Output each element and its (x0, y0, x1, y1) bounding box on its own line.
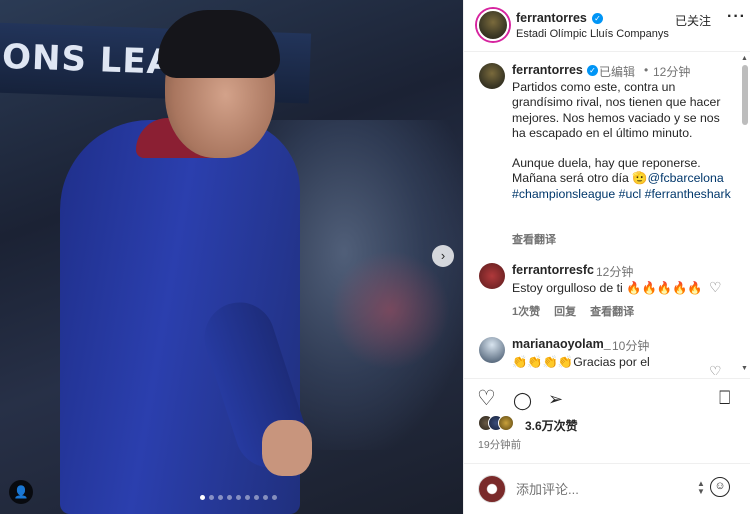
caption-text: Partidos como este, contra un grandísimo… (512, 80, 732, 202)
post-actions-bar: ♡ ◯ ➢ ⎕ (464, 378, 750, 418)
commenter-username[interactable]: marianaoyolam_ (512, 337, 611, 351)
commenter-avatar[interactable] (479, 337, 505, 363)
instagram-post-window: ONS LEAGUE › 👤 ferrantorres ✓ Estadi Olí… (0, 0, 750, 514)
author-username[interactable]: ferrantorres (516, 11, 587, 25)
comment-like-icon[interactable]: ♡ (709, 363, 722, 375)
comment-time[interactable]: 10分钟 (612, 337, 649, 354)
carousel-dot (236, 495, 241, 500)
commenter-username[interactable]: ferrantorresfc (512, 263, 594, 277)
share-icon[interactable]: ➢ (548, 387, 563, 411)
input-spinner-icon[interactable]: ▲ ▼ (697, 480, 705, 496)
carousel-dot (254, 495, 259, 500)
caption-line-text: Mañana será otro día (512, 171, 633, 186)
carousel-dots (200, 495, 277, 500)
carousel-dot (218, 495, 223, 500)
comments-scrollbar[interactable]: ▲ ▼ (741, 55, 749, 375)
carousel-dot (227, 495, 232, 500)
scrollbar-thumb[interactable] (742, 65, 748, 125)
comment-item: marianaoyolam_ 10分钟 👏👏👏👏Gracias por el ♡ (464, 337, 744, 375)
verified-badge-icon: ✓ (592, 13, 603, 24)
post-timestamp[interactable]: 19分钟前 (478, 437, 521, 452)
comment-time[interactable]: 12分钟 (596, 263, 633, 280)
scroll-up-icon[interactable]: ▲ (741, 55, 748, 62)
see-translation-link[interactable]: 查看翻译 (590, 303, 634, 319)
comment-text: 👏👏👏👏Gracias por el (512, 355, 650, 369)
comment-icon[interactable]: ◯ (513, 389, 532, 413)
location-link[interactable]: Estadi Olímpic Lluís Companys (516, 28, 669, 40)
save-bookmark-icon[interactable]: ⎕ (719, 387, 730, 411)
like-icon[interactable]: ♡ (477, 387, 496, 411)
post-photo[interactable]: ONS LEAGUE › 👤 (0, 0, 463, 514)
reply-button[interactable]: 回复 (554, 303, 576, 319)
post-header: ferrantorres ✓ Estadi Olímpic Lluís Comp… (464, 0, 750, 52)
see-translation-link[interactable]: 查看翻译 (512, 231, 556, 247)
following-button[interactable]: 已关注 (675, 12, 711, 29)
comment-item: ferrantorresfc 12分钟 Estoy orgulloso de t… (464, 263, 744, 333)
comments-scroll-area[interactable]: ferrantorres ✓ 已编辑 • 12分钟 Partidos como … (464, 53, 750, 375)
separator-dot: • (644, 63, 649, 77)
edited-label: 已编辑 (599, 65, 636, 79)
comment-likes[interactable]: 1次赞 (512, 303, 540, 319)
post-side-panel: ferrantorres ✓ Estadi Olímpic Lluís Comp… (463, 0, 750, 514)
comment-meta: 1次赞 回复 查看翻译 (512, 303, 634, 319)
caption-time[interactable]: 12分钟 (653, 63, 690, 80)
scroll-down-icon[interactable]: ▼ (741, 365, 748, 372)
comment-like-icon[interactable]: ♡ (709, 279, 722, 296)
crowd-blur-red (330, 250, 450, 370)
carousel-dot (263, 495, 268, 500)
more-options-icon[interactable]: ··· (727, 8, 746, 26)
carousel-dot (200, 495, 205, 500)
current-user-avatar (478, 475, 506, 503)
verified-badge-icon: ✓ (587, 65, 598, 76)
comment-text: Estoy orgulloso de ti 🔥🔥🔥🔥🔥 (512, 281, 703, 295)
player-hand (262, 420, 312, 476)
carousel-dot (272, 495, 277, 500)
caption-avatar[interactable] (479, 63, 505, 89)
carousel-dot (209, 495, 214, 500)
hashtags-link[interactable]: #championsleague #ucl #ferrantheshark (512, 187, 732, 202)
caption-line: Aunque duela, hay que reponerse. (512, 156, 701, 171)
next-arrow-icon[interactable]: › (432, 245, 454, 267)
comment-box: ▲▼ ☺ (464, 463, 750, 514)
commenter-avatar[interactable] (479, 263, 505, 289)
tagged-user-icon[interactable]: 👤 (9, 480, 33, 504)
caption-paragraph: Partidos como este, contra un grandísimo… (512, 80, 721, 140)
mention-link[interactable]: 🫡@fcbarcelona (632, 171, 723, 185)
author-avatar[interactable] (477, 9, 509, 41)
liker-avatar[interactable] (498, 415, 514, 431)
comment-input[interactable] (516, 479, 686, 499)
caption-line: Mañana será otro día 🫡@fcbarcelona (512, 171, 732, 186)
emoji-picker-icon[interactable]: ☺ (710, 477, 730, 497)
carousel-dot (245, 495, 250, 500)
caption-username[interactable]: ferrantorres (512, 63, 583, 77)
likes-count[interactable]: 3.6万次赞 (525, 417, 578, 434)
